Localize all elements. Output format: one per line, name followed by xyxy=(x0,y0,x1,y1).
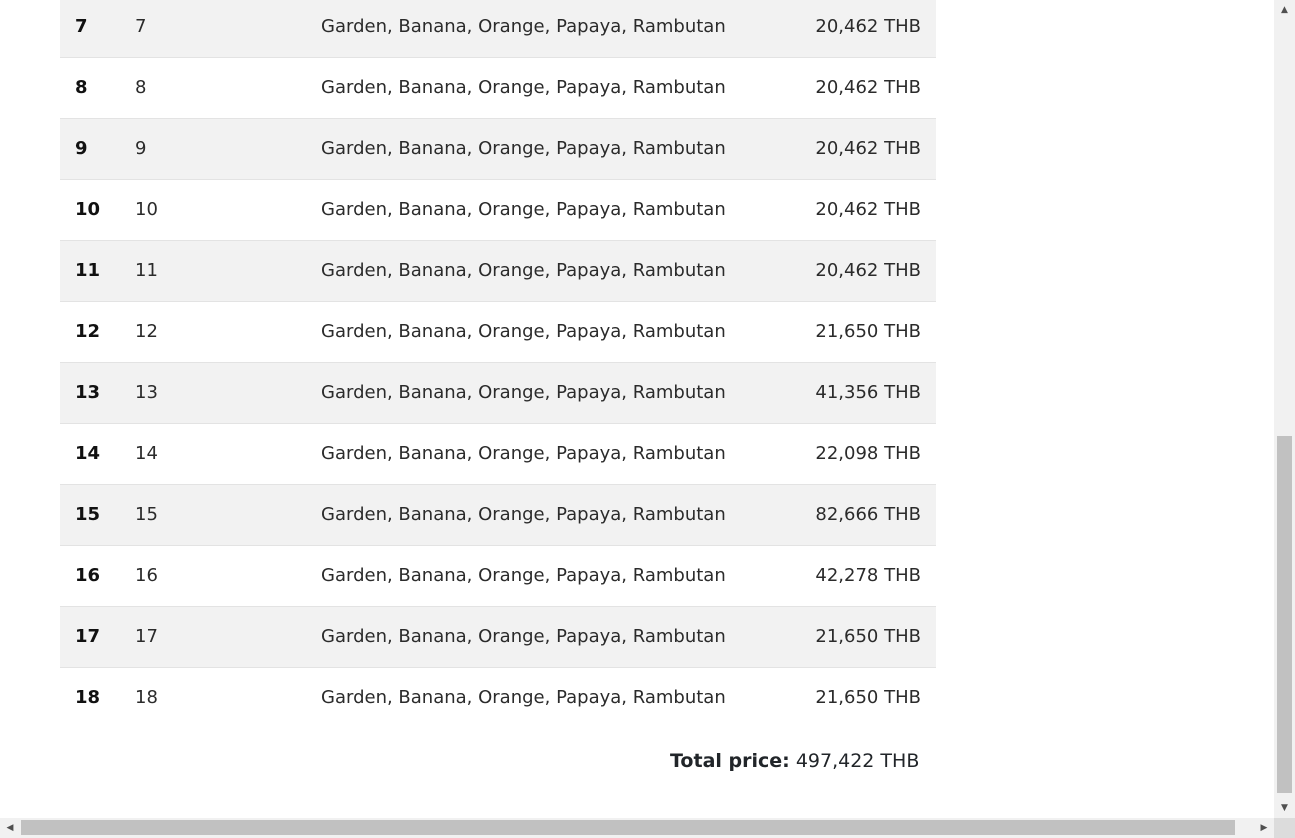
table-row: 10 10 Garden, Banana, Orange, Papaya, Ra… xyxy=(60,179,936,241)
row-index: 10 xyxy=(60,179,135,241)
row-number: 14 xyxy=(135,423,321,485)
row-price: 20,462 THB xyxy=(794,179,936,241)
row-index: 14 xyxy=(60,423,135,485)
row-price: 20,462 THB xyxy=(794,0,936,58)
triangle-left-icon[interactable]: ◀ xyxy=(0,818,20,838)
row-index: 13 xyxy=(60,362,135,424)
vertical-scrollbar[interactable]: ▲ ▼ xyxy=(1274,0,1295,818)
row-price: 22,098 THB xyxy=(794,423,936,485)
row-fruits: Garden, Banana, Orange, Papaya, Rambutan xyxy=(321,362,795,424)
row-price: 20,462 THB xyxy=(794,57,936,119)
row-number: 11 xyxy=(135,240,321,302)
row-index: 9 xyxy=(60,118,135,180)
row-index: 8 xyxy=(60,57,135,119)
row-number: 18 xyxy=(135,687,158,709)
row-number: 16 xyxy=(135,545,321,607)
row-fruits: Garden, Banana, Orange, Papaya, Rambutan xyxy=(321,484,795,546)
row-number: 7 xyxy=(135,0,321,58)
vertical-scrollbar-thumb[interactable] xyxy=(1277,436,1292,793)
table-row: 11 11 Garden, Banana, Orange, Papaya, Ra… xyxy=(60,240,936,302)
row-number: 10 xyxy=(135,179,321,241)
row-price: 82,666 THB xyxy=(794,484,936,546)
table-row: 16 16 Garden, Banana, Orange, Papaya, Ra… xyxy=(60,545,936,607)
row-index: 11 xyxy=(60,240,135,302)
total-price-value: 497,422 THB xyxy=(795,750,920,772)
table-row: 14 14 Garden, Banana, Orange, Papaya, Ra… xyxy=(60,423,936,485)
row-index: 16 xyxy=(60,545,135,607)
triangle-up-icon[interactable]: ▲ xyxy=(1274,0,1295,20)
price-table: 7 7 Garden, Banana, Orange, Papaya, Ramb… xyxy=(60,0,936,728)
row-number: 8 xyxy=(135,57,321,119)
row-price: 21,650 THB xyxy=(815,687,921,709)
horizontal-scrollbar[interactable]: ◀ ▶ xyxy=(0,818,1274,838)
table-row: 8 8 Garden, Banana, Orange, Papaya, Ramb… xyxy=(60,57,936,119)
row-fruits: Garden, Banana, Orange, Papaya, Rambutan xyxy=(321,606,795,668)
triangle-down-icon[interactable]: ▼ xyxy=(1274,798,1295,818)
row-price: 42,278 THB xyxy=(794,545,936,607)
row-index: 15 xyxy=(60,484,135,546)
row-index: 18 xyxy=(75,687,101,709)
row-fruits: Garden, Banana, Orange, Papaya, Rambutan xyxy=(321,545,795,607)
row-price: 41,356 THB xyxy=(794,362,936,424)
row-fruits: Garden, Banana, Orange, Papaya, Rambutan xyxy=(321,687,726,709)
row-fruits: Garden, Banana, Orange, Papaya, Rambutan xyxy=(321,179,795,241)
triangle-right-icon[interactable]: ▶ xyxy=(1254,818,1274,838)
row-index: 17 xyxy=(60,606,135,668)
scrollbar-corner xyxy=(1274,818,1295,838)
row-index: 12 xyxy=(60,301,135,363)
horizontal-scrollbar-thumb[interactable] xyxy=(21,820,1235,835)
row-number: 13 xyxy=(135,362,321,424)
table-row: 18 18 Garden, Banana, Orange, Papaya, Ra… xyxy=(60,667,936,728)
row-price: 20,462 THB xyxy=(794,240,936,302)
row-price: 21,650 THB xyxy=(794,301,936,363)
row-number: 15 xyxy=(135,484,321,546)
row-fruits: Garden, Banana, Orange, Papaya, Rambutan xyxy=(321,423,795,485)
table-row: 17 17 Garden, Banana, Orange, Papaya, Ra… xyxy=(60,606,936,668)
row-fruits: Garden, Banana, Orange, Papaya, Rambutan xyxy=(321,118,795,180)
row-price: 21,650 THB xyxy=(794,606,936,668)
price-table-body: 7 7 Garden, Banana, Orange, Papaya, Ramb… xyxy=(60,0,936,728)
page-viewport: 7 7 Garden, Banana, Orange, Papaya, Ramb… xyxy=(0,0,1274,818)
row-fruits: Garden, Banana, Orange, Papaya, Rambutan xyxy=(321,57,795,119)
row-index: 7 xyxy=(60,0,135,58)
total-price: Total price: 497,422 THB xyxy=(670,750,919,772)
row-number: 9 xyxy=(135,118,321,180)
row-fruits: Garden, Banana, Orange, Papaya, Rambutan xyxy=(321,0,795,58)
table-row: 12 12 Garden, Banana, Orange, Papaya, Ra… xyxy=(60,301,936,363)
table-row: 7 7 Garden, Banana, Orange, Papaya, Ramb… xyxy=(60,0,936,58)
row-number: 17 xyxy=(135,606,321,668)
total-price-label: Total price: xyxy=(670,750,790,772)
row-fruits: Garden, Banana, Orange, Papaya, Rambutan xyxy=(321,301,795,363)
row-price: 20,462 THB xyxy=(794,118,936,180)
row-number: 12 xyxy=(135,301,321,363)
table-row: 13 13 Garden, Banana, Orange, Papaya, Ra… xyxy=(60,362,936,424)
table-row: 9 9 Garden, Banana, Orange, Papaya, Ramb… xyxy=(60,118,936,180)
table-row: 15 15 Garden, Banana, Orange, Papaya, Ra… xyxy=(60,484,936,546)
row-fruits: Garden, Banana, Orange, Papaya, Rambutan xyxy=(321,240,795,302)
